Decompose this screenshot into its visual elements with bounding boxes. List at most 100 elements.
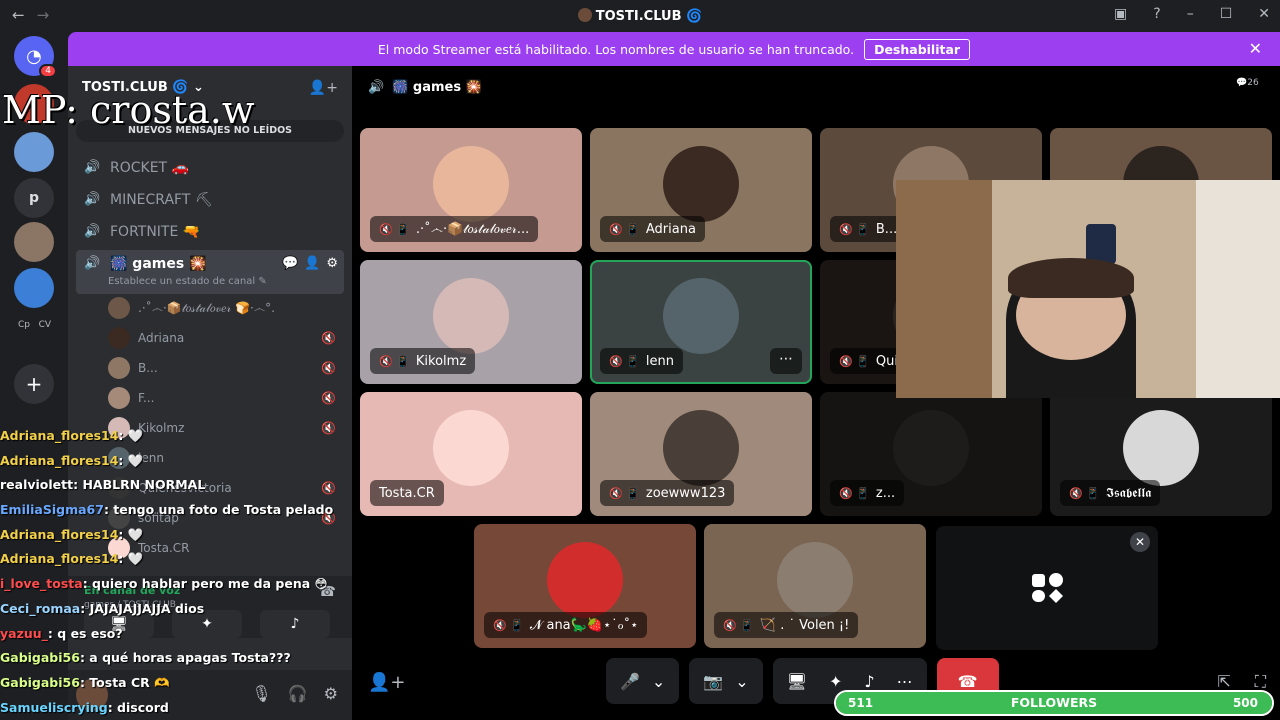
streamer-webcam: [896, 180, 1280, 398]
camera-off-icon: 📷: [703, 671, 724, 691]
participant-tile[interactable]: 🔇 📱 Adriana: [590, 128, 812, 252]
server-icon-cp-cv[interactable]: Cp CV: [18, 320, 51, 330]
participant-name-label: 🔇 📱 .·˚෴·📦𝓉𝑜𝓈𝓉𝒶𝓁𝑜𝓋𝑒𝓇...: [370, 216, 539, 242]
channel-rocket[interactable]: 🔊 ROCKET 🚗: [76, 154, 344, 182]
participant-name: 𝕴𝖘𝖆𝖇𝖊𝖑𝖑𝖆: [1105, 485, 1152, 501]
speaker-icon: 🔊: [84, 160, 101, 175]
chat-message: Ceci_romaa: JAJAJAJJAJJA dios: [0, 597, 360, 622]
status-icons: 🔇 📱: [493, 618, 524, 632]
server-icon-3[interactable]: [14, 268, 54, 308]
inbox-icon[interactable]: ▣: [1114, 6, 1127, 22]
muted-icon: 🔇: [321, 391, 336, 405]
activity-tile[interactable]: ✕: [936, 526, 1158, 650]
participant-tile[interactable]: 🔇 📱 Kikolmz: [360, 260, 582, 384]
add-server-icon[interactable]: +: [14, 364, 54, 404]
chat-username: Adriana_flores14: [0, 452, 119, 468]
chat-username: Ceci_romaa: [0, 600, 81, 616]
status-icons: 🔇 📱: [379, 354, 410, 368]
voice-user[interactable]: B... 🔇: [108, 354, 344, 382]
chat-text: : quiero hablar pero me da pena 😳: [82, 576, 328, 592]
chat-username: Gabigabi56: [0, 650, 80, 666]
channel-label: 🎆 games 🎇: [110, 256, 207, 272]
status-icons: 🔇 📱: [379, 222, 410, 236]
add-member-icon[interactable]: 👤: [304, 256, 320, 271]
channel-status[interactable]: Establece un estado de canal ✎: [108, 276, 267, 287]
avatar: [108, 357, 130, 379]
participant-name: B...: [875, 221, 898, 237]
chat-text: : Tosta CR 🫶: [79, 674, 170, 690]
more-options-icon[interactable]: ⋯: [897, 672, 913, 691]
help-icon[interactable]: ?: [1153, 6, 1160, 22]
screen-share-icon[interactable]: 🖥: [787, 672, 807, 691]
chat-username: Adriana_flores14: [0, 551, 119, 567]
close-icon[interactable]: ✕: [1130, 532, 1150, 552]
activity-icon[interactable]: ✦: [829, 672, 842, 691]
avatar: [663, 410, 739, 486]
status-icons: 🔇 📱: [609, 486, 640, 500]
status-icons: 🔇 📱: [609, 222, 640, 236]
chat-username: Samueliscrying: [0, 699, 108, 715]
voice-user-name: F...: [138, 391, 155, 405]
chat-count: 26: [1247, 78, 1259, 88]
popout-icon[interactable]: ⇱: [1217, 672, 1230, 692]
swirl-icon: 🌀: [686, 9, 703, 24]
voice-user[interactable]: F... 🔇: [108, 384, 344, 412]
view-controls: ⇱ ⛶: [1217, 672, 1266, 692]
participant-name-label: 🔇 📱 𝓝 ana🦕🍓⋆˙ℴ˚⋆: [484, 612, 648, 638]
chat-bubble-icon[interactable]: 💬: [282, 256, 298, 271]
participant-name-label: 🔇 📱 Kikolmz: [370, 348, 476, 374]
camera-button[interactable]: 📷 ⌄: [689, 658, 763, 704]
webcam-shelf: [896, 180, 992, 398]
voice-user[interactable]: Adriana 🔇: [108, 324, 344, 352]
participant-tile[interactable]: 🔇 📱 lenn ⋯: [590, 260, 812, 384]
server-icon-p[interactable]: p: [14, 178, 54, 218]
voice-user[interactable]: .·˚෴·📦𝓉𝑜𝓈𝓉𝒶𝓁𝑜𝓋𝑒𝓇 🍞·෴°.: [108, 294, 344, 322]
chat-message: Samueliscrying: discord: [0, 696, 360, 720]
chat-count-icon[interactable]: 💬26: [1236, 78, 1262, 102]
speaker-icon: 🔊: [84, 224, 101, 239]
participant-tile[interactable]: 🔇 📱 z...: [820, 392, 1042, 516]
microphone-button[interactable]: 🎤 ⌄: [606, 658, 680, 704]
soundboard-icon[interactable]: ♪: [864, 672, 874, 691]
chat-message: Gabigabi56: a qué horas apagas Tosta???: [0, 646, 360, 671]
chat-message: Gabigabi56: Tosta CR 🫶: [0, 671, 360, 696]
microphone-icon: 🎤: [620, 671, 640, 691]
add-people-icon[interactable]: 👤+: [368, 672, 406, 693]
call-channel-name: 🎆 games 🎇: [392, 80, 482, 95]
chat-text: : 🤍: [118, 526, 144, 542]
invite-people-icon[interactable]: 👤+: [309, 80, 338, 96]
participant-tile[interactable]: 🔇 📱 zoewww123: [590, 392, 812, 516]
minimize-icon[interactable]: –: [1187, 6, 1194, 22]
muted-icon: 🔇: [321, 331, 336, 345]
participant-tile[interactable]: 🔇 📱 🏹 . ˙ Volen ¡!: [704, 524, 926, 648]
more-options-icon[interactable]: ⋯: [770, 348, 802, 374]
participant-tile[interactable]: 🔇 📱 𝕴𝖘𝖆𝖇𝖊𝖑𝖑𝖆: [1050, 392, 1272, 516]
notification-badge: 4: [39, 64, 57, 78]
disable-streamer-button[interactable]: Deshabilitar: [864, 38, 971, 60]
channel-fortnite[interactable]: 🔊 FORTNITE 🔫: [76, 218, 344, 246]
participant-tile[interactable]: 🔇 📱 𝓝 ana🦕🍓⋆˙ℴ˚⋆: [474, 524, 696, 648]
chat-username: Gabigabi56: [0, 674, 80, 690]
chat-text: : discord: [107, 699, 169, 715]
participant-name: Kikolmz: [415, 353, 467, 369]
discord-home-icon[interactable]: ◔ 4: [14, 36, 57, 78]
chat-message: yazuu_: q es eso?: [0, 622, 360, 647]
chat-username: yazuu_: [0, 625, 48, 641]
server-icon-2[interactable]: [14, 132, 54, 172]
avatar: [777, 542, 853, 618]
maximize-icon[interactable]: ☐: [1220, 6, 1233, 22]
fullscreen-icon[interactable]: ⛶: [1255, 672, 1266, 692]
participant-name: 🏹 . ˙ Volen ¡!: [759, 617, 850, 633]
close-window-icon[interactable]: ✕: [1258, 6, 1270, 22]
streamer-mode-banner: El modo Streamer está habilitado. Los no…: [68, 32, 1280, 66]
participant-tile[interactable]: 🔇 📱 .·˚෴·📦𝓉𝑜𝓈𝓉𝒶𝓁𝑜𝓋𝑒𝓇...: [360, 128, 582, 252]
voice-user-name: B...: [138, 361, 158, 375]
channel-minecraft[interactable]: 🔊 MINECRAFT ⛏: [76, 186, 344, 214]
chat-username: Adriana_flores14: [0, 428, 119, 443]
banner-close-icon[interactable]: ✕: [1249, 39, 1262, 58]
cp-label: Cp: [18, 320, 30, 330]
gear-icon[interactable]: ⚙: [326, 256, 338, 271]
participant-tile[interactable]: Tosta.CR: [360, 392, 582, 516]
server-icon-tosti[interactable]: [14, 222, 54, 262]
followers-goal: 500: [1232, 696, 1258, 710]
